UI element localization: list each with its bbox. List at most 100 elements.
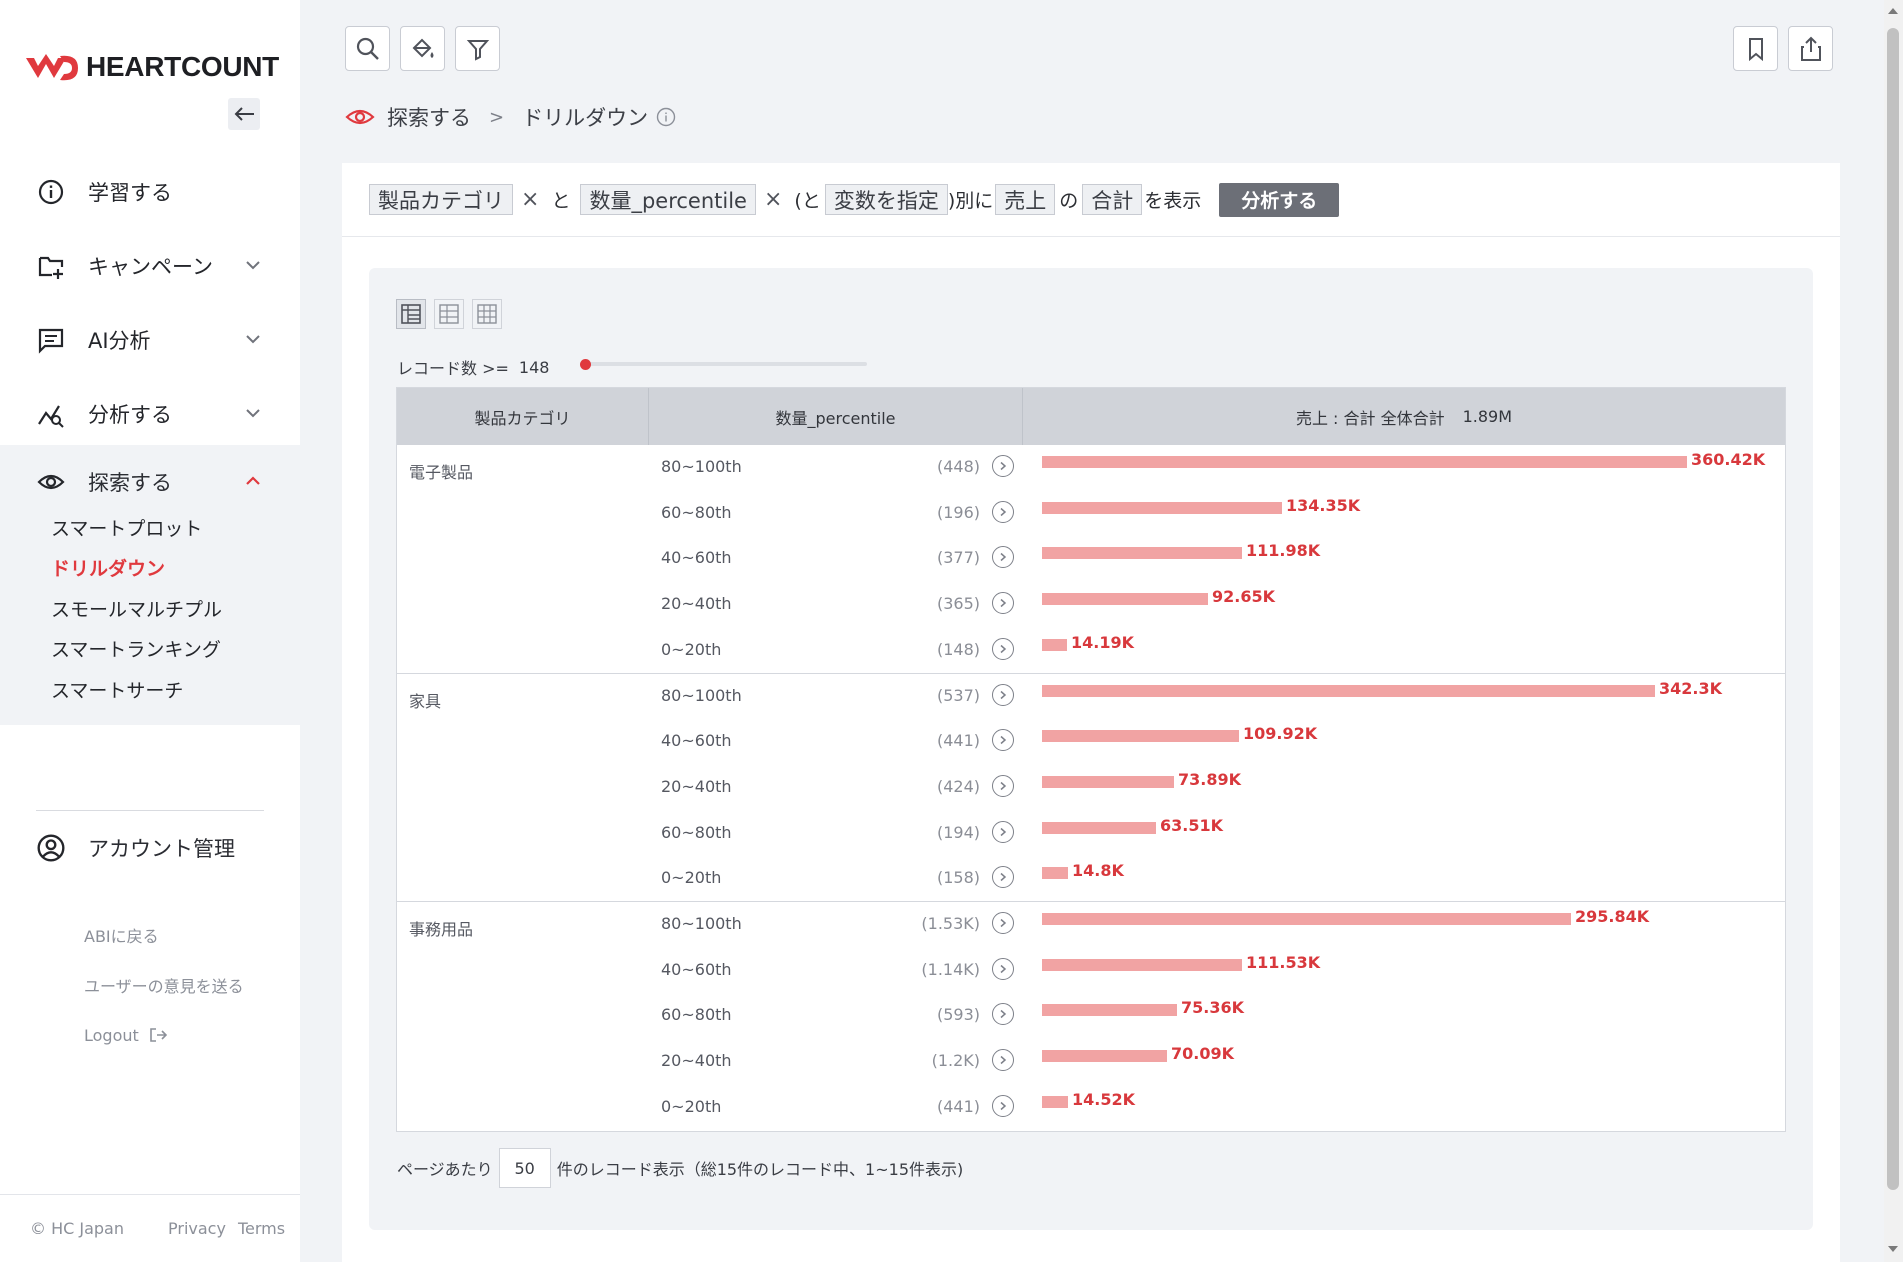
subnav-drilldown[interactable]: ドリルダウン (51, 548, 222, 589)
sales-bar[interactable] (1042, 501, 1282, 514)
record-count-cell: (448) (936, 457, 980, 476)
privacy-link[interactable]: Privacy (168, 1219, 226, 1238)
sales-bar[interactable] (1042, 456, 1687, 468)
drill-into-icon[interactable] (992, 912, 1014, 934)
table-group: 電子製品 80~100th (448) 360.42K 60~80th (196) 134.… (397, 445, 1785, 674)
heartcount-logo-icon (26, 54, 78, 81)
sidebar-item-campaign[interactable]: キャンペーン (0, 229, 300, 303)
scroll-up-icon[interactable] (1888, 8, 1898, 14)
sales-bar[interactable] (1042, 1004, 1177, 1017)
sidebar-item-learn[interactable]: 学習する (0, 155, 172, 229)
query-connector: )別に (947, 190, 994, 212)
scrollbar-thumb[interactable] (1887, 28, 1899, 1190)
sales-value-label: 111.53K (1246, 952, 1321, 972)
analyze-button[interactable]: 分析する (1219, 182, 1340, 217)
sidebar: HEARTCOUNT 学習する キャンペーン AI分析 分析する 探索する スマ… (0, 0, 300, 1262)
dimension-chip-1[interactable]: 製品カテゴリ (369, 184, 513, 215)
sales-bar[interactable] (1042, 775, 1174, 788)
logout-link[interactable]: Logout (84, 1010, 244, 1060)
subnav-small-multiple[interactable]: スモールマルチプル (51, 588, 222, 629)
back-to-abi-link[interactable]: ABIに戻る (84, 910, 244, 960)
send-feedback-link[interactable]: ユーザーの意見を送る (84, 960, 244, 1010)
table-row: 60~80th (194) 63.51K (397, 811, 1785, 857)
drill-into-icon[interactable] (992, 729, 1014, 752)
table-row: 20~40th (1.2K) 70.09K (397, 1039, 1785, 1085)
bookmark-button[interactable] (1733, 26, 1778, 71)
column-header-sales[interactable]: 売上 : 合計 全体合計 1.89M (1023, 388, 1785, 445)
sales-value-label: 14.52K (1072, 1089, 1136, 1109)
filter-button[interactable] (455, 26, 500, 71)
subnav-smart-search[interactable]: スマートサーチ (51, 669, 222, 710)
toolbar-right (1733, 26, 1833, 71)
drill-into-icon[interactable] (992, 637, 1014, 660)
sidebar-item-label: 分析する (88, 403, 172, 427)
drill-into-icon[interactable] (992, 1049, 1014, 1072)
remove-dimension-2-icon[interactable]: × (764, 187, 782, 212)
view-grid-button[interactable] (472, 299, 502, 329)
drill-into-icon[interactable] (992, 455, 1014, 477)
record-count-cell: (537) (936, 685, 980, 705)
drill-into-icon[interactable] (992, 1094, 1014, 1117)
record-filter-value: 148 (518, 357, 550, 377)
logo[interactable]: HEARTCOUNT (24, 50, 279, 84)
sales-bar[interactable] (1042, 684, 1655, 697)
chart-icon (38, 405, 64, 428)
slider-handle[interactable] (580, 359, 591, 370)
table-row: 0~20th (158) 14.8K (397, 856, 1785, 902)
sidebar-item-analyze[interactable]: 分析する (0, 377, 300, 451)
variable-select[interactable]: 変数を指定 (824, 184, 948, 215)
drill-into-icon[interactable] (992, 820, 1014, 843)
table-group: 家具 80~100th (537) 342.3K 40~60th (441) 109.92K… (397, 674, 1785, 902)
sales-bar[interactable] (1042, 867, 1068, 880)
sales-bar[interactable] (1042, 958, 1242, 971)
sales-value-label: 70.09K (1171, 1044, 1235, 1064)
scroll-down-icon[interactable] (1888, 1246, 1898, 1252)
query-connector: の (1059, 190, 1079, 212)
sidebar-links: ABIに戻る ユーザーの意見を送る Logout (84, 910, 244, 1060)
per-page-select[interactable]: 50 (498, 1148, 551, 1188)
drill-into-icon[interactable] (992, 1003, 1014, 1026)
sales-bar[interactable] (1042, 913, 1571, 925)
terms-link[interactable]: Terms (238, 1219, 285, 1238)
drill-into-icon[interactable] (992, 683, 1014, 706)
sales-bar[interactable] (1042, 593, 1208, 606)
sidebar-item-ai-analysis[interactable]: AI分析 (0, 303, 300, 377)
column-header-category[interactable]: 製品カテゴリ (397, 388, 649, 445)
subnav-smart-ranking[interactable]: スマートランキング (51, 629, 222, 670)
drill-into-icon[interactable] (992, 774, 1014, 797)
drill-into-icon[interactable] (992, 500, 1014, 523)
remove-dimension-1-icon[interactable]: × (521, 187, 539, 212)
aggregation-select[interactable]: 合計 (1082, 184, 1143, 215)
sales-bar[interactable] (1042, 730, 1239, 743)
record-count-cell: (196) (936, 502, 980, 522)
record-count-cell: (424) (936, 776, 980, 796)
sales-bar[interactable] (1042, 1050, 1167, 1063)
sales-bar[interactable] (1042, 638, 1067, 651)
drill-into-icon[interactable] (992, 546, 1014, 569)
collapse-sidebar-button[interactable] (228, 98, 260, 130)
sales-bar[interactable] (1042, 821, 1156, 834)
record-count-slider[interactable] (584, 362, 867, 366)
color-button[interactable] (400, 26, 445, 71)
arrow-left-icon (234, 107, 254, 121)
breadcrumb-root[interactable]: 探索する (387, 102, 471, 132)
subnav-smart-plot[interactable]: スマートプロット (51, 507, 222, 548)
share-button[interactable] (1788, 26, 1833, 71)
percentile-cell: 80~100th (661, 457, 742, 476)
info-icon[interactable] (656, 107, 676, 127)
dimension-chip-2[interactable]: 数量_percentile (580, 184, 756, 215)
drill-into-icon[interactable] (992, 957, 1014, 980)
drill-into-icon[interactable] (992, 592, 1014, 615)
drill-into-icon[interactable] (992, 866, 1014, 889)
search-button[interactable] (345, 26, 390, 71)
record-count-cell: (194) (936, 822, 980, 842)
sales-bar[interactable] (1042, 1095, 1068, 1108)
sales-bar[interactable] (1042, 547, 1242, 560)
table-layout-icon (401, 304, 421, 324)
view-table-button[interactable] (396, 299, 426, 329)
column-header-percentile[interactable]: 数量_percentile (649, 388, 1023, 445)
view-pivot-button[interactable] (434, 299, 464, 329)
sidebar-item-account[interactable]: アカウント管理 (36, 830, 235, 866)
folder-plus-icon (38, 256, 64, 279)
measure-select[interactable]: 売上 (995, 184, 1056, 215)
